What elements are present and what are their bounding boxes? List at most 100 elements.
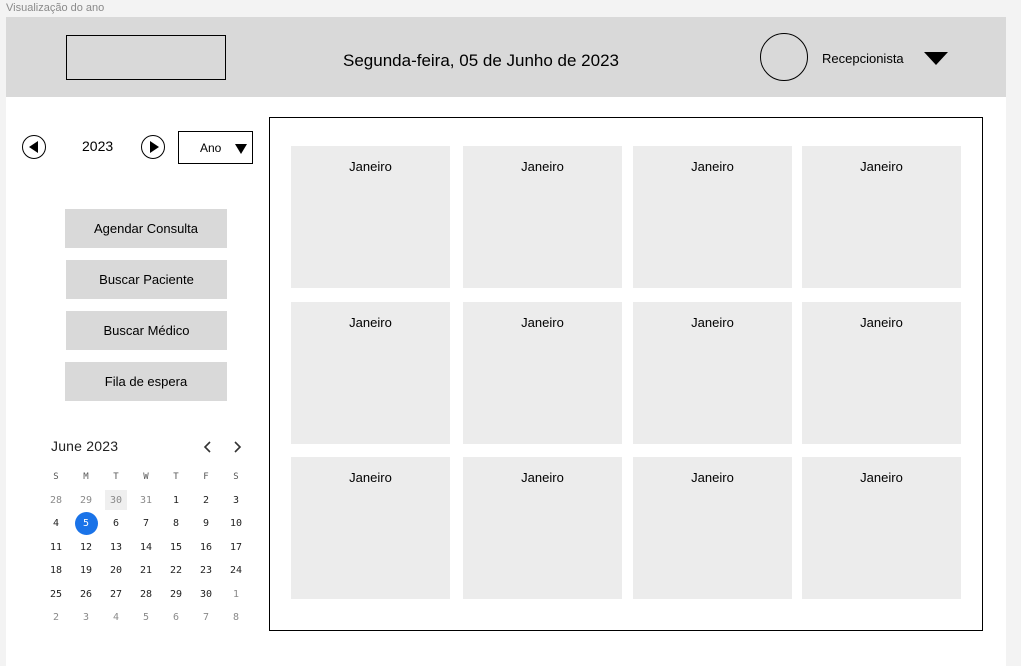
calendar-day[interactable]: 1: [221, 583, 251, 607]
month-name: Janeiro: [349, 315, 392, 330]
calendar-day-number: 4: [112, 612, 120, 624]
calendar-day[interactable]: 23: [191, 559, 221, 583]
calendar-day[interactable]: 9: [191, 512, 221, 536]
calendar-day[interactable]: 8: [161, 512, 191, 536]
month-name: Janeiro: [691, 315, 734, 330]
calendar-next-month-icon[interactable]: [232, 441, 242, 453]
calendar-day[interactable]: 24: [221, 559, 251, 583]
calendar-day[interactable]: 21: [131, 559, 161, 583]
calendar-day[interactable]: 27: [101, 583, 131, 607]
calendar-day[interactable]: 4: [101, 606, 131, 630]
calendar-day-number: 30: [105, 490, 127, 511]
calendar-day[interactable]: 2: [41, 606, 71, 630]
calendar-day[interactable]: 13: [101, 536, 131, 560]
calendar-day-number: 6: [172, 612, 180, 624]
month-tile[interactable]: Janeiro: [463, 457, 622, 599]
calendar-day[interactable]: 7: [131, 512, 161, 536]
calendar-day[interactable]: 3: [221, 489, 251, 513]
calendar-day-number: 15: [169, 541, 183, 553]
calendar-day-number: 29: [169, 588, 183, 600]
calendar-day[interactable]: 30: [101, 489, 131, 513]
month-name: Janeiro: [521, 159, 564, 174]
calendar-day-number: 4: [52, 518, 60, 530]
calendar-day-number: 6: [112, 518, 120, 530]
calendar-day[interactable]: 11: [41, 536, 71, 560]
month-name: Janeiro: [521, 470, 564, 485]
calendar-day[interactable]: 8: [221, 606, 251, 630]
search-patient-button[interactable]: Buscar Paciente: [66, 260, 227, 299]
calendar-day[interactable]: 26: [71, 583, 101, 607]
calendar-day-number: 13: [109, 541, 123, 553]
month-name: Janeiro: [691, 159, 734, 174]
calendar-day[interactable]: 31: [131, 489, 161, 513]
calendar-day[interactable]: 5: [71, 512, 101, 536]
month-name: Janeiro: [860, 159, 903, 174]
frame-label: Visualização do ano: [6, 2, 105, 14]
month-name: Janeiro: [860, 315, 903, 330]
calendar-day[interactable]: 2: [191, 489, 221, 513]
month-tile[interactable]: Janeiro: [291, 457, 450, 599]
month-tile[interactable]: Janeiro: [291, 302, 450, 444]
current-date: Segunda-feira, 05 de Junho de 2023: [343, 51, 620, 70]
calendar-day[interactable]: 10: [221, 512, 251, 536]
calendar-day[interactable]: 5: [131, 606, 161, 630]
calendar-day[interactable]: 16: [191, 536, 221, 560]
calendar-day-number: 7: [202, 612, 210, 624]
calendar-day-number: 1: [172, 494, 180, 506]
calendar-day[interactable]: 12: [71, 536, 101, 560]
calendar-day[interactable]: 17: [221, 536, 251, 560]
user-avatar[interactable]: [760, 33, 808, 81]
month-tile[interactable]: Janeiro: [802, 457, 961, 599]
calendar-day-number: 16: [199, 541, 213, 553]
month-tile[interactable]: Janeiro: [291, 146, 450, 288]
calendar-day[interactable]: 28: [41, 489, 71, 513]
calendar-day[interactable]: 6: [101, 512, 131, 536]
calendar-day[interactable]: 6: [161, 606, 191, 630]
calendar-day[interactable]: 30: [191, 583, 221, 607]
next-year-button[interactable]: [141, 135, 165, 159]
calendar-day[interactable]: 7: [191, 606, 221, 630]
month-tile[interactable]: Janeiro: [633, 146, 792, 288]
month-tile[interactable]: Janeiro: [463, 146, 622, 288]
calendar-day[interactable]: 18: [41, 559, 71, 583]
calendar-day-number: 31: [139, 494, 153, 506]
calendar-day-number: 18: [49, 565, 63, 577]
calendar-day[interactable]: 29: [71, 489, 101, 513]
month-tile[interactable]: Janeiro: [463, 302, 622, 444]
month-tile[interactable]: Janeiro: [802, 302, 961, 444]
weekday-header: W: [143, 471, 149, 482]
calendar-day[interactable]: 1: [161, 489, 191, 513]
month-tile[interactable]: Janeiro: [802, 146, 961, 288]
schedule-appointment-button[interactable]: Agendar Consulta: [65, 209, 227, 248]
calendar-day-number: 17: [229, 541, 243, 553]
calendar-day[interactable]: 4: [41, 512, 71, 536]
month-name: Janeiro: [349, 470, 392, 485]
waiting-queue-button[interactable]: Fila de espera: [65, 362, 227, 401]
calendar-day[interactable]: 15: [161, 536, 191, 560]
calendar-prev-month-icon[interactable]: [203, 441, 213, 453]
view-mode-select[interactable]: Ano: [178, 131, 253, 164]
calendar-day-number: 23: [199, 565, 213, 577]
calendar-day[interactable]: 29: [161, 583, 191, 607]
month-tile[interactable]: Janeiro: [633, 302, 792, 444]
calendar-day[interactable]: 19: [71, 559, 101, 583]
calendar-day-number: 12: [79, 541, 93, 553]
calendar-day[interactable]: 20: [101, 559, 131, 583]
search-doctor-button[interactable]: Buscar Médico: [66, 311, 227, 350]
calendar-day[interactable]: 3: [71, 606, 101, 630]
month-tile[interactable]: Janeiro: [633, 457, 792, 599]
calendar-day-number: 27: [109, 588, 123, 600]
previous-year-button[interactable]: [22, 135, 46, 159]
logo-placeholder: [66, 35, 226, 80]
calendar-day[interactable]: 14: [131, 536, 161, 560]
year-view-panel: Janeiro Janeiro Janeiro Janeiro Janeiro Janei…: [269, 117, 983, 631]
weekday-header: S: [53, 471, 59, 482]
calendar-day-number: 28: [139, 588, 153, 600]
top-header: Segunda-feira, 05 de Junho de 2023 Recep…: [6, 17, 1006, 97]
calendar-day-number: 25: [49, 588, 63, 600]
calendar-day[interactable]: 22: [161, 559, 191, 583]
calendar-day[interactable]: 28: [131, 583, 161, 607]
calendar-day[interactable]: 25: [41, 583, 71, 607]
user-menu-chevron-down-icon[interactable]: [924, 52, 948, 65]
calendar-day-number: 5: [142, 612, 150, 624]
